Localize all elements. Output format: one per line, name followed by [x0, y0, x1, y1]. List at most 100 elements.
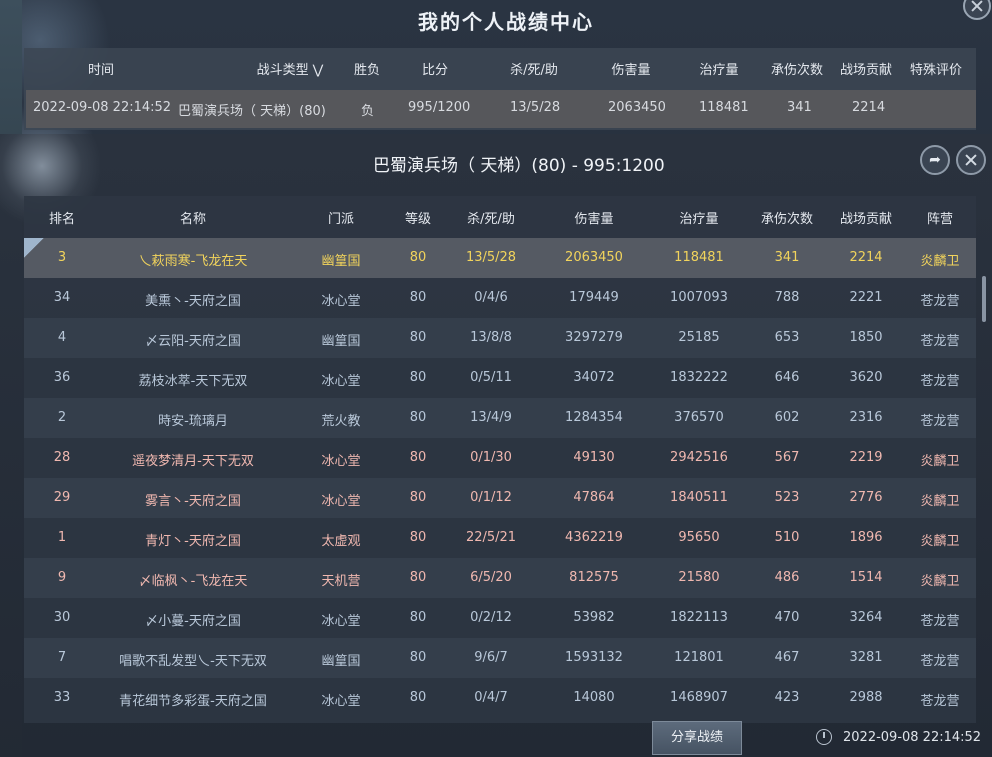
cell-kda: 0/1/12 [470, 490, 512, 505]
close-icon[interactable] [956, 145, 986, 175]
cell-contribution: 2988 [849, 690, 883, 705]
col-kda: 杀/死/助 [467, 212, 515, 227]
cell-rank: 29 [53, 490, 71, 505]
col-school: 门派 [327, 212, 355, 227]
cell-hits: 567 [774, 450, 800, 465]
cell-school: 幽篁国 [321, 334, 361, 349]
cell-contribution: 2316 [849, 410, 883, 425]
cell-level: 80 [409, 370, 427, 385]
cell-healing: 1832222 [670, 370, 728, 385]
cell-kda: 22/5/21 [465, 530, 517, 545]
col-rank: 排名 [48, 212, 76, 227]
record-list-header: 时间 战斗类型 ⋁ 胜负 比分 杀/死/助 伤害量 治疗量 承伤次数 战场贡献 特… [24, 48, 976, 88]
cell-healing: 376570 [674, 410, 724, 425]
cell-kda: 0/4/6 [474, 290, 508, 305]
cell-school: 冰心堂 [321, 614, 361, 629]
cell-level: 80 [409, 690, 427, 705]
battle-detail-panel: 巴蜀演兵场（ 天梯）(80) - 995:1200 ➦ 排名 名称 门派 等级 … [0, 134, 992, 757]
header-hits-taken: 承伤次数 [770, 63, 824, 78]
cell-hits: 470 [774, 610, 800, 625]
table-row[interactable]: 36 荔枝冰萃-天下无双 冰心堂 80 0/5/11 34072 1832222… [24, 358, 976, 398]
cell-camp: 苍龙营 [920, 694, 960, 709]
cell-name: 美熏丶-天府之国 [145, 294, 241, 309]
cell-level: 80 [409, 570, 427, 585]
cell-contribution: 3281 [849, 650, 883, 665]
table-row[interactable]: 1 青灯丶-天府之国 太虚观 80 22/5/21 4362219 95650 … [24, 518, 976, 558]
current-time: 2022-09-08 22:14:52 [843, 730, 982, 745]
cell-hits: 653 [774, 330, 800, 345]
table-row[interactable]: 3 乀萩雨寒-飞龙在天 幽篁国 80 13/5/28 2063450 11848… [24, 238, 976, 278]
header-contribution: 战场贡献 [839, 63, 893, 78]
cell-contribution: 2214 [849, 250, 883, 265]
header-healing: 治疗量 [699, 63, 739, 78]
share-arrow-icon[interactable]: ➦ [920, 145, 950, 175]
header-battle-type[interactable]: 战斗类型 ⋁ [257, 59, 324, 78]
cell-hits: 341 [774, 250, 800, 265]
cell-school: 天机营 [321, 574, 361, 589]
cell-hits: 788 [774, 290, 800, 305]
cell-kda: 0/5/11 [470, 370, 512, 385]
cell-healing: 1468907 [670, 690, 728, 705]
cell-camp: 炎麟卫 [920, 534, 960, 549]
table-row[interactable]: 33 青花细节多彩蛋-天府之国 冰心堂 80 0/4/7 14080 14689… [24, 678, 976, 718]
scrollbar[interactable] [982, 276, 986, 322]
header-score: 比分 [421, 63, 449, 78]
record-score: 995/1200 [408, 100, 471, 115]
table-row[interactable]: 30 〆小蔓-天府之国 冰心堂 80 0/2/12 53982 1822113 … [24, 598, 976, 638]
table-row[interactable]: 7 唱歌不乱发型乀-天下无双 幽篁国 80 9/6/7 1593132 1218… [24, 638, 976, 678]
cell-contribution: 1896 [849, 530, 883, 545]
cell-contribution: 2776 [849, 490, 883, 505]
cell-name: 時安-琉璃月 [158, 414, 228, 429]
cell-camp: 炎麟卫 [920, 254, 960, 269]
cell-school: 荒火教 [321, 414, 361, 429]
cell-damage: 2063450 [565, 250, 623, 265]
cell-camp: 苍龙营 [920, 614, 960, 629]
col-level: 等级 [404, 212, 432, 227]
cell-healing: 1007093 [670, 290, 728, 305]
self-marker-icon [24, 238, 44, 258]
cell-rank: 9 [57, 570, 67, 585]
record-type: 巴蜀演兵场（ 天梯）(80) [178, 104, 326, 119]
table-row[interactable]: 34 美熏丶-天府之国 冰心堂 80 0/4/6 179449 1007093 … [24, 278, 976, 318]
cell-name: 青灯丶-天府之国 [145, 534, 241, 549]
cell-contribution: 3620 [849, 370, 883, 385]
cell-school: 幽篁国 [321, 654, 361, 669]
cell-healing: 1822113 [670, 610, 728, 625]
cell-camp: 苍龙营 [920, 294, 960, 309]
cell-hits: 523 [774, 490, 800, 505]
cell-school: 冰心堂 [321, 494, 361, 509]
record-hits-taken: 341 [787, 100, 812, 115]
cell-name: 〆云阳-天府之国 [145, 334, 241, 349]
cell-kda: 0/1/30 [470, 450, 512, 465]
cell-healing: 25185 [678, 330, 720, 345]
window-title: 我的个人战绩中心 [418, 10, 594, 34]
header-battle-type-label: 战斗类型 [256, 63, 309, 78]
cell-damage: 47864 [573, 490, 615, 505]
cell-school: 冰心堂 [321, 454, 361, 469]
chevron-down-icon[interactable]: ⋁ [313, 63, 324, 78]
table-row[interactable]: 28 遥夜梦清月-天下无双 冰心堂 80 0/1/30 49130 294251… [24, 438, 976, 478]
table-row[interactable]: 4 〆云阳-天府之国 幽篁国 80 13/8/8 3297279 25185 6… [24, 318, 976, 358]
cell-contribution: 1850 [849, 330, 883, 345]
cell-school: 冰心堂 [321, 694, 361, 709]
record-damage: 2063450 [608, 100, 666, 115]
cell-rank: 33 [53, 690, 71, 705]
record-row[interactable]: 2022-09-08 22:14:52 巴蜀演兵场（ 天梯）(80) 负 995… [26, 90, 976, 128]
header-result: 胜负 [353, 63, 381, 78]
cell-hits: 423 [774, 690, 800, 705]
col-healing: 治疗量 [679, 212, 719, 227]
cell-kda: 0/2/12 [470, 610, 512, 625]
table-row[interactable]: 2 時安-琉璃月 荒火教 80 13/4/9 1284354 376570 60… [24, 398, 976, 438]
cell-name: 〆临枫丶-飞龙在天 [138, 574, 248, 589]
table-row[interactable]: 29 雾言丶-天府之国 冰心堂 80 0/1/12 47864 1840511 … [24, 478, 976, 518]
share-record-button[interactable]: 分享战绩 [652, 721, 742, 755]
cell-kda: 13/5/28 [465, 250, 517, 265]
cell-camp: 炎麟卫 [920, 494, 960, 509]
cell-contribution: 2221 [849, 290, 883, 305]
table-row[interactable]: 9 〆临枫丶-飞龙在天 天机营 80 6/5/20 812575 21580 4… [24, 558, 976, 598]
cell-school: 幽篁国 [321, 254, 361, 269]
record-kda: 13/5/28 [510, 100, 561, 115]
cell-level: 80 [409, 610, 427, 625]
record-result: 负 [361, 104, 375, 119]
cell-rank: 28 [53, 450, 71, 465]
